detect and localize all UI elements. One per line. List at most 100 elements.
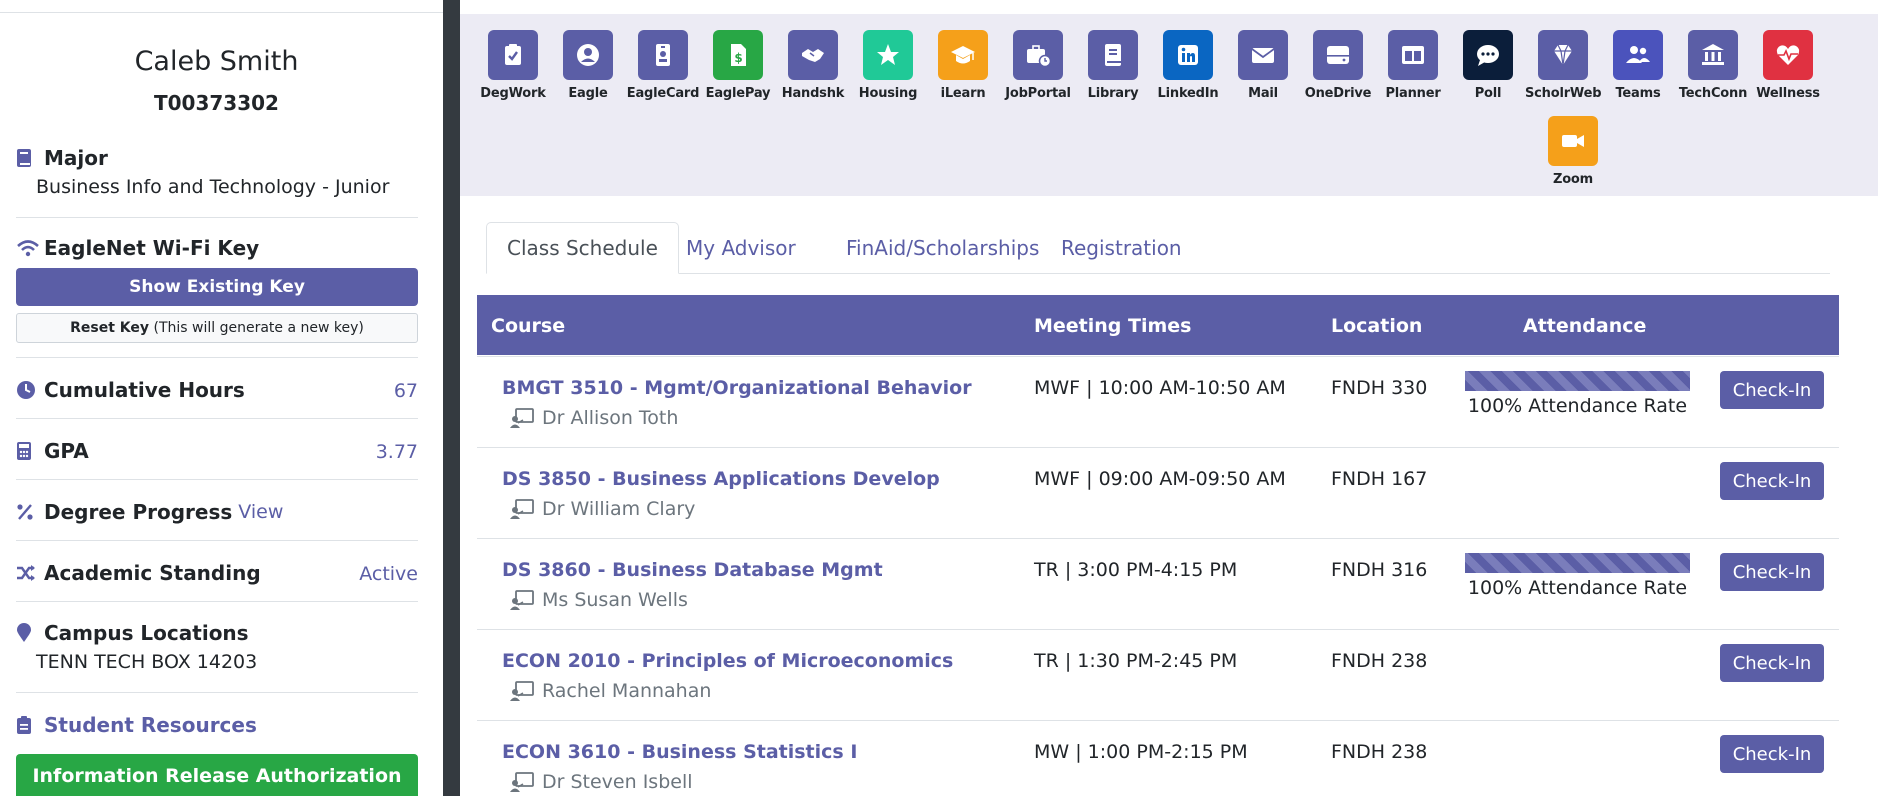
check-in-button[interactable]: Check-In xyxy=(1720,644,1824,682)
course-link[interactable]: DS 3850 - Business Applications Develop xyxy=(502,468,940,490)
gpa-value: 3.77 xyxy=(375,441,418,463)
campus-locations-label: Campus Locations xyxy=(44,621,249,645)
campus-locations-value: TENN TECH BOX 14203 xyxy=(36,651,258,673)
tab-bar: Class Schedule My Advisor FinAid/Scholar… xyxy=(486,222,1830,274)
check-in-button[interactable]: Check-In xyxy=(1720,553,1824,591)
clipboard-icon xyxy=(16,715,44,735)
app-degwork[interactable]: DegWork xyxy=(475,30,551,101)
meeting-times: TR | 1:30 PM-2:45 PM xyxy=(1034,650,1238,672)
tab-my-advisor[interactable]: My Advisor xyxy=(686,222,796,274)
handshake-icon xyxy=(788,30,838,80)
app-handshk[interactable]: Handshk xyxy=(775,30,851,101)
book-icon xyxy=(16,148,44,168)
svg-text:$: $ xyxy=(734,51,742,65)
schedule-table-header: Course Meeting Times Location Attendance xyxy=(477,295,1839,355)
chalkboard-teacher-icon xyxy=(510,408,534,428)
app-label: Housing xyxy=(858,86,918,101)
tab-class-schedule[interactable]: Class Schedule xyxy=(486,222,679,274)
attendance-rate: 100% Attendance Rate xyxy=(1467,395,1688,417)
table-row: ECON 3610 - Business Statistics I Dr Stev… xyxy=(477,720,1839,796)
meeting-times: MWF | 10:00 AM-10:50 AM xyxy=(1034,377,1286,399)
check-in-button[interactable]: Check-In xyxy=(1720,735,1824,773)
instructor-name: Dr Allison Toth xyxy=(542,407,679,429)
app-label: OneDrive xyxy=(1304,86,1372,101)
graduation-cap-icon xyxy=(938,30,988,80)
app-label: iLearn xyxy=(940,86,986,101)
divider xyxy=(16,418,418,419)
app-wellness[interactable]: Wellness xyxy=(1750,30,1826,101)
gem-icon xyxy=(1538,30,1588,80)
app-label: Mail xyxy=(1248,86,1278,101)
instructor-name: Ms Susan Wells xyxy=(542,589,688,611)
table-row: ECON 2010 - Principles of Microeconomics… xyxy=(477,629,1839,720)
app-eaglepay[interactable]: $ EaglePay xyxy=(700,30,776,101)
table-row: DS 3850 - Business Applications Develop D… xyxy=(477,447,1839,538)
app-techconn[interactable]: TechConn xyxy=(1675,30,1751,101)
app-teams[interactable]: Teams xyxy=(1600,30,1676,101)
reset-key-note: (This will generate a new key) xyxy=(153,320,364,336)
app-poll[interactable]: Poll xyxy=(1450,30,1526,101)
divider xyxy=(16,692,418,693)
building-columns-icon xyxy=(1688,30,1738,80)
course-link[interactable]: ECON 3610 - Business Statistics I xyxy=(502,741,857,763)
header-course: Course xyxy=(491,315,566,337)
hard-drive-icon xyxy=(1313,30,1363,80)
dollar-file-icon: $ xyxy=(713,30,763,80)
app-linkedin[interactable]: LinkedIn xyxy=(1150,30,1226,101)
comment-dots-icon xyxy=(1463,30,1513,80)
columns-icon xyxy=(1388,30,1438,80)
academic-standing-label: Academic Standing xyxy=(44,561,261,585)
app-eagle[interactable]: Eagle xyxy=(550,30,626,101)
app-housing[interactable]: Housing xyxy=(850,30,926,101)
hours-row: Cumulative Hours 67 xyxy=(16,378,418,402)
check-in-button[interactable]: Check-In xyxy=(1720,371,1824,409)
course-link[interactable]: DS 3860 - Business Database Mgmt xyxy=(502,559,883,581)
top-divider xyxy=(0,12,443,13)
student-profile-panel: Caleb Smith T00373302 Major Business Inf… xyxy=(0,0,443,796)
app-scholrweb[interactable]: ScholrWeb xyxy=(1525,30,1602,101)
header-location: Location xyxy=(1331,315,1423,337)
tab-finaid-scholarships[interactable]: FinAid/Scholarships xyxy=(846,222,1039,274)
app-eaglecard[interactable]: EagleCard xyxy=(625,30,701,101)
app-mail[interactable]: Mail xyxy=(1225,30,1301,101)
app-label: Zoom xyxy=(1552,172,1594,187)
student-resources-row[interactable]: Student Resources xyxy=(16,713,418,737)
app-label: EagleCard xyxy=(626,86,700,101)
degree-progress-row: Degree Progress View xyxy=(16,500,418,524)
reset-key-button[interactable]: Reset Key (This will generate a new key) xyxy=(16,313,418,343)
briefcase-clock-icon xyxy=(1013,30,1063,80)
location: FNDH 330 xyxy=(1331,377,1428,399)
attendance: 100% Attendance Rate xyxy=(1465,553,1690,599)
app-label: Eagle xyxy=(568,86,608,101)
student-resources-link[interactable]: Student Resources xyxy=(44,713,257,737)
app-onedrive[interactable]: OneDrive xyxy=(1300,30,1376,101)
major-value: Business Info and Technology - Junior xyxy=(36,176,390,198)
hours-value: 67 xyxy=(393,380,418,402)
table-row: DS 3860 - Business Database Mgmt Ms Susan… xyxy=(477,538,1839,629)
chalkboard-teacher-icon xyxy=(510,772,534,792)
information-release-button[interactable]: Information Release Authorization xyxy=(16,754,418,796)
degree-progress-label: Degree Progress xyxy=(44,500,233,524)
divider xyxy=(16,217,418,218)
app-planner[interactable]: Planner xyxy=(1375,30,1451,101)
course-link[interactable]: ECON 2010 - Principles of Microeconomics xyxy=(502,650,953,672)
course-link[interactable]: BMGT 3510 - Mgmt/Organizational Behavior xyxy=(502,377,972,399)
location: FNDH 238 xyxy=(1331,650,1428,672)
app-jobportal[interactable]: JobPortal xyxy=(1000,30,1076,101)
users-icon xyxy=(1613,30,1663,80)
degree-progress-view-link[interactable]: View xyxy=(238,501,283,523)
header-attendance: Attendance xyxy=(1523,315,1647,337)
attendance: 100% Attendance Rate xyxy=(1465,371,1690,417)
app-library[interactable]: Library xyxy=(1075,30,1151,101)
check-in-button[interactable]: Check-In xyxy=(1720,462,1824,500)
meeting-times: MWF | 09:00 AM-09:50 AM xyxy=(1034,468,1286,490)
location: FNDH 316 xyxy=(1331,559,1428,581)
major-section: Major Business Info and Technology - Jun… xyxy=(16,146,418,198)
show-existing-key-button[interactable]: Show Existing Key xyxy=(16,268,418,306)
app-ilearn[interactable]: iLearn xyxy=(925,30,1001,101)
app-zoom[interactable]: Zoom xyxy=(1535,116,1611,187)
tab-registration[interactable]: Registration xyxy=(1061,222,1182,274)
main-content: DegWork Eagle EagleCard $ EaglePay Handshk Hou… xyxy=(460,0,1878,796)
meeting-times: MW | 1:00 PM-2:15 PM xyxy=(1034,741,1248,763)
location: FNDH 238 xyxy=(1331,741,1428,763)
